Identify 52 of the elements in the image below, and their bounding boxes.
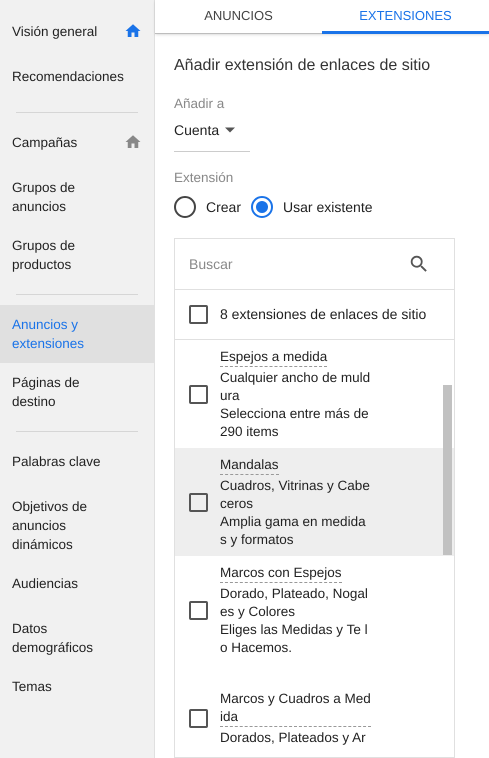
list-row[interactable]: Mandalas Cuadros, Vitrinas y Cabe ceros Amplia gama en medida s y formatos [175,448,454,556]
checkbox[interactable] [189,305,208,324]
search-field[interactable]: Buscar [189,254,408,274]
tab[interactable]: ANUNCIOS [155,0,322,34]
item-title: Espejos a medida [220,348,328,366]
select-all-label: 8 extensiones de enlaces de sitio [220,305,426,324]
home-icon[interactable] [124,22,142,40]
sidebar-item[interactable]: Visión general [0,12,154,57]
item-description: Dorados, Plateados y Ar [220,728,367,746]
field-label: Extensión [174,168,234,187]
item-description: 290 items [220,422,280,440]
sidebar-item[interactable]: Recomendaciones [0,57,154,102]
item-title: Mandalas [220,456,279,474]
sidebar-item[interactable]: Audiencias [0,564,154,609]
item-description: Cualquier ancho de muld [220,368,370,386]
item-description: o Hacemos. [220,638,294,656]
list-row[interactable]: Marcos con Espejos Dorado, Plateado, Nogal es y Colores Eliges las Medidas y Te l o Hacemos. [175,556,454,664]
item-description: ura [220,386,241,404]
scrollbar[interactable] [443,385,452,555]
sidebar-item[interactable]: Palabras clave [0,442,154,487]
item-description: Selecciona entre más de [220,404,370,422]
caret-icon [225,127,236,134]
account-dropdown[interactable]: Cuenta [174,120,250,152]
list-row[interactable]: Espejos a medida Cualquier ancho de muld ura Selecciona entre más de 290 items [175,340,454,448]
checkbox[interactable] [189,600,208,620]
home-icon[interactable] [124,133,142,151]
checkbox[interactable] [189,384,208,404]
item-description: Dorado, Plateado, Nogal [220,584,368,602]
radio-option[interactable]: Crear [174,196,242,218]
sidebar-item[interactable]: Grupos de productos [0,226,154,284]
item-title: ida [220,708,240,726]
item-description: Amplia gama en medida [220,512,367,530]
tab[interactable]: EXTENSIONES [322,0,489,34]
sidebar-item[interactable]: Páginas de destino [0,363,154,421]
checkbox[interactable] [189,708,208,728]
item-description: s y formatos [220,530,295,548]
panel-heading: Añadir extensión de enlaces de sitio [174,56,432,76]
radio-option[interactable]: Usar existente [251,196,372,218]
sidebar-item[interactable]: Datos demográficos [0,609,154,667]
sidebar-item[interactable]: Grupos de anuncios [0,168,154,226]
checkbox[interactable] [189,492,208,512]
item-title: Marcos con Espejos [220,564,342,582]
sidebar-item[interactable]: Temas [0,667,154,712]
field-label: Añadir a [174,94,226,112]
item-description: ceros [220,494,254,512]
item-description: Cuadros, Vitrinas y Cabe [220,476,370,494]
sidebar-item[interactable]: Objetivos de anuncios dinámicos [0,487,154,564]
item-title: Marcos y Cuadros a Med [220,690,371,708]
sidebar-item[interactable]: Campañas [0,123,154,168]
item-description: Eliges las Medidas y Te l [220,620,368,638]
list-row[interactable]: Marcos y Cuadros a Med ida Dorados, Plateados y Ar [175,664,454,757]
item-description: es y Colores [220,602,296,620]
